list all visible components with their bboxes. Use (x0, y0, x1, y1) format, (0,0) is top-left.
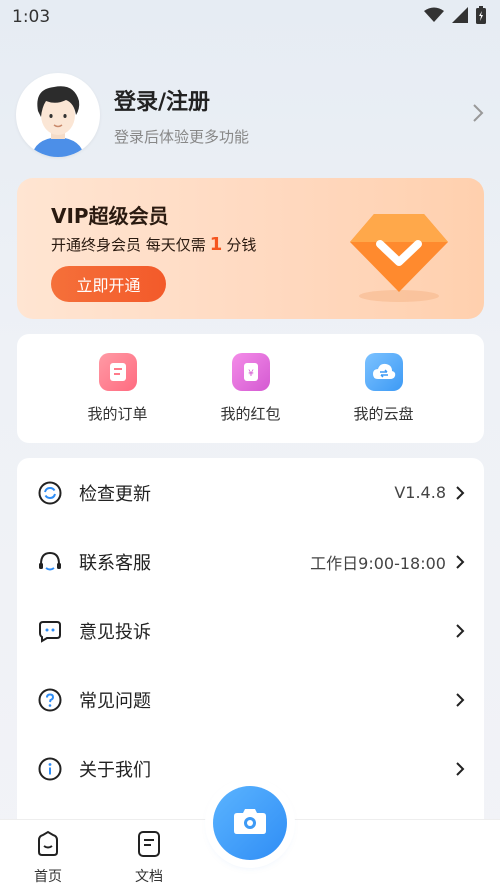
vip-desc-number: 1 (209, 234, 223, 255)
nav-label: 首页 (34, 869, 62, 885)
vip-card[interactable]: VIP超级会员 开通终身会员 每天仅需 1 分钱 立即开通 (17, 178, 484, 319)
login-title[interactable]: 登录/注册 (114, 84, 472, 116)
quick-label-orders: 我的订单 (87, 405, 148, 423)
vip-desc-prefix: 开通终身会员 每天仅需 (51, 236, 206, 254)
vip-description: 开通终身会员 每天仅需 1 分钱 (51, 234, 256, 255)
open-vip-button[interactable]: 立即开通 (51, 266, 166, 302)
headset-icon (37, 549, 63, 575)
menu-label: 常见问题 (79, 690, 151, 712)
menu-label: 检查更新 (79, 483, 151, 505)
nav-home[interactable]: 首页 (34, 830, 62, 886)
chevron-right-icon (454, 554, 466, 570)
quick-actions-card: 我的订单 ¥ 我的红包 我的云盘 (17, 334, 484, 443)
nav-document[interactable]: 文档 (135, 830, 163, 886)
menu-label: 关于我们 (79, 759, 151, 781)
chevron-right-icon (454, 692, 466, 708)
status-bar: 1:03 (0, 0, 500, 34)
menu-item-feedback[interactable]: 意见投诉 (37, 596, 466, 665)
nav-label: 文档 (135, 869, 163, 885)
quick-item-orders[interactable]: 我的订单 (68, 353, 168, 424)
battery-icon (476, 5, 486, 29)
camera-icon (232, 806, 268, 840)
signal-icon (452, 6, 468, 28)
chevron-right-icon (454, 623, 466, 639)
wifi-icon (424, 7, 444, 28)
menu-label: 联系客服 (79, 552, 151, 574)
red-packet-icon: ¥ (231, 353, 270, 391)
cloud-disk-icon (364, 353, 403, 391)
avatar[interactable] (16, 73, 100, 157)
svg-text:¥: ¥ (248, 369, 254, 379)
menu-item-faq[interactable]: 常见问题 (37, 665, 466, 734)
quick-label-cloud-disk: 我的云盘 (353, 405, 414, 423)
question-icon (37, 687, 63, 713)
service-hours: 工作日9:00-18:00 (310, 553, 446, 573)
vip-desc-suffix: 分钱 (226, 236, 257, 254)
feedback-icon (37, 618, 63, 644)
vip-title: VIP超级会员 (51, 204, 169, 228)
info-icon (37, 756, 63, 782)
quick-item-red-packet[interactable]: ¥ 我的红包 (201, 353, 301, 424)
camera-button[interactable] (213, 786, 287, 860)
menu-item-check-update[interactable]: 检查更新 V1.4.8 (37, 458, 466, 527)
status-time: 1:03 (12, 7, 51, 27)
status-icons (424, 5, 486, 29)
login-subtitle: 登录后体验更多功能 (114, 127, 250, 146)
menu-label: 意见投诉 (79, 621, 151, 643)
quick-item-cloud-disk[interactable]: 我的云盘 (334, 353, 434, 424)
chevron-right-icon (454, 485, 466, 501)
order-icon (98, 353, 137, 391)
profile-header[interactable]: 登录/注册 登录后体验更多功能 (16, 72, 484, 158)
home-icon (34, 830, 62, 862)
chevron-right-icon[interactable] (472, 100, 484, 130)
document-icon (135, 830, 163, 862)
chevron-right-icon (454, 761, 466, 777)
refresh-icon (37, 480, 63, 506)
profile-text: 登录/注册 登录后体验更多功能 (114, 84, 472, 147)
vip-gem-icon (344, 196, 454, 306)
menu-item-contact-service[interactable]: 联系客服 工作日9:00-18:00 (37, 527, 466, 596)
quick-label-red-packet: 我的红包 (220, 405, 281, 423)
app-version: V1.4.8 (394, 483, 446, 502)
